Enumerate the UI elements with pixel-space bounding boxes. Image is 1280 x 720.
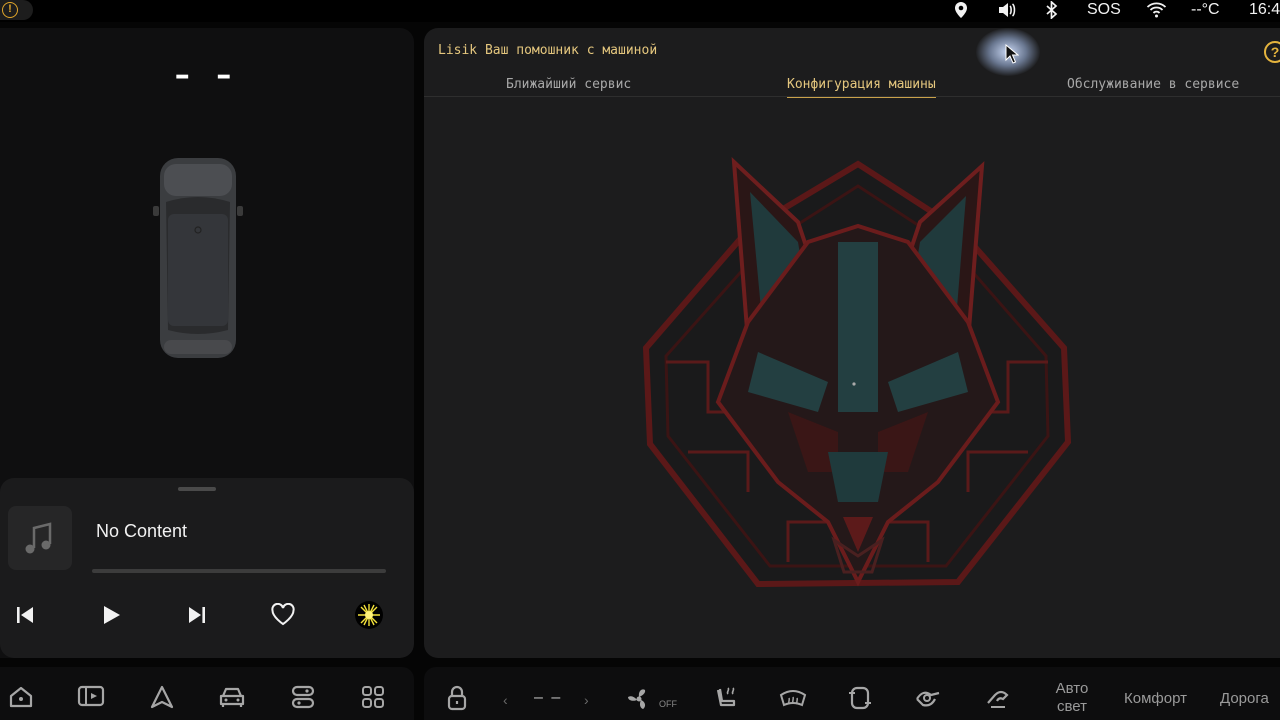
apps-grid-icon[interactable] (361, 685, 385, 709)
road-mode-button[interactable]: Дорога (1220, 690, 1269, 708)
vehicle-panel: – – No Content (0, 28, 414, 658)
seat-heating-icon[interactable] (712, 685, 740, 711)
bluetooth-icon[interactable] (1045, 1, 1059, 19)
comfort-mode-button[interactable]: Комфорт (1124, 690, 1187, 708)
temp-down-button[interactable]: ‹ (503, 691, 508, 709)
fan-icon[interactable] (624, 686, 654, 712)
tab-divider (424, 96, 1280, 97)
speed-readout: – – (174, 58, 240, 93)
home-icon[interactable] (8, 685, 34, 709)
car-icon[interactable] (218, 685, 246, 709)
wolf-emblem-logo (642, 157, 1072, 588)
lock-icon[interactable] (446, 685, 468, 711)
music-note-icon (25, 522, 52, 554)
wifi-icon (1146, 2, 1167, 18)
auto-light-label-line1: Авто (1055, 680, 1089, 697)
warning-circle-icon: ! (2, 2, 18, 18)
auto-light-label-line2: свет (1056, 698, 1087, 715)
recirculation-icon[interactable] (848, 685, 872, 711)
warning-badge[interactable]: ! (0, 0, 33, 20)
steering-heat-icon[interactable] (913, 685, 943, 711)
temp-up-button[interactable]: › (584, 691, 589, 709)
tab-service-maintenance[interactable]: Обслуживание в сервисе (1067, 77, 1239, 92)
tab-car-configuration[interactable]: Конфигурация машины (787, 77, 936, 98)
sun-effect-icon (355, 601, 383, 629)
controls-icon[interactable] (290, 685, 316, 709)
heart-icon (271, 603, 295, 626)
playback-progress[interactable] (92, 569, 386, 573)
climate-dock: ‹ – – › OFF Авто свет Комфорт Дорога (424, 667, 1280, 720)
panel-title: Lisik Ваш помошник с машиной (438, 43, 658, 58)
location-pin-icon (955, 2, 967, 18)
tab-nearest-service[interactable]: Ближайший сервис (506, 77, 631, 92)
wheel-heating-icon[interactable] (983, 685, 1013, 711)
navigation-icon[interactable] (149, 685, 175, 709)
pointer-cursor-icon (1005, 44, 1019, 64)
album-art (8, 506, 72, 570)
assistant-panel: Lisik Ваш помошник с машиной ? Ближайший… (424, 28, 1280, 658)
previous-button[interactable] (10, 600, 40, 630)
play-button[interactable] (96, 600, 126, 630)
track-title: No Content (96, 521, 188, 541)
next-icon (189, 607, 205, 623)
sos-button[interactable]: SOS (1087, 0, 1121, 20)
car-top-view-icon (153, 158, 243, 358)
temperature-setting: – – (534, 689, 563, 706)
favorite-button[interactable] (268, 600, 298, 630)
sound-effect-button[interactable] (354, 600, 384, 630)
media-player: No Content (0, 478, 414, 658)
front-defrost-icon[interactable] (778, 685, 808, 711)
app-dock (0, 667, 414, 720)
status-bar: ! SOS --°C 16:4 (0, 0, 1280, 22)
play-icon (104, 606, 120, 624)
help-button[interactable]: ? (1264, 41, 1280, 63)
clock: 16:4 (1249, 1, 1280, 18)
volume-icon[interactable] (997, 1, 1017, 19)
fan-status: OFF (659, 699, 677, 709)
next-button[interactable] (182, 600, 212, 630)
drag-handle[interactable] (178, 487, 216, 491)
temperature-readout: --°C (1191, 1, 1220, 18)
auto-light-button[interactable]: Авто свет (1050, 680, 1094, 716)
previous-icon (17, 607, 33, 623)
media-screen-icon[interactable] (77, 685, 105, 707)
